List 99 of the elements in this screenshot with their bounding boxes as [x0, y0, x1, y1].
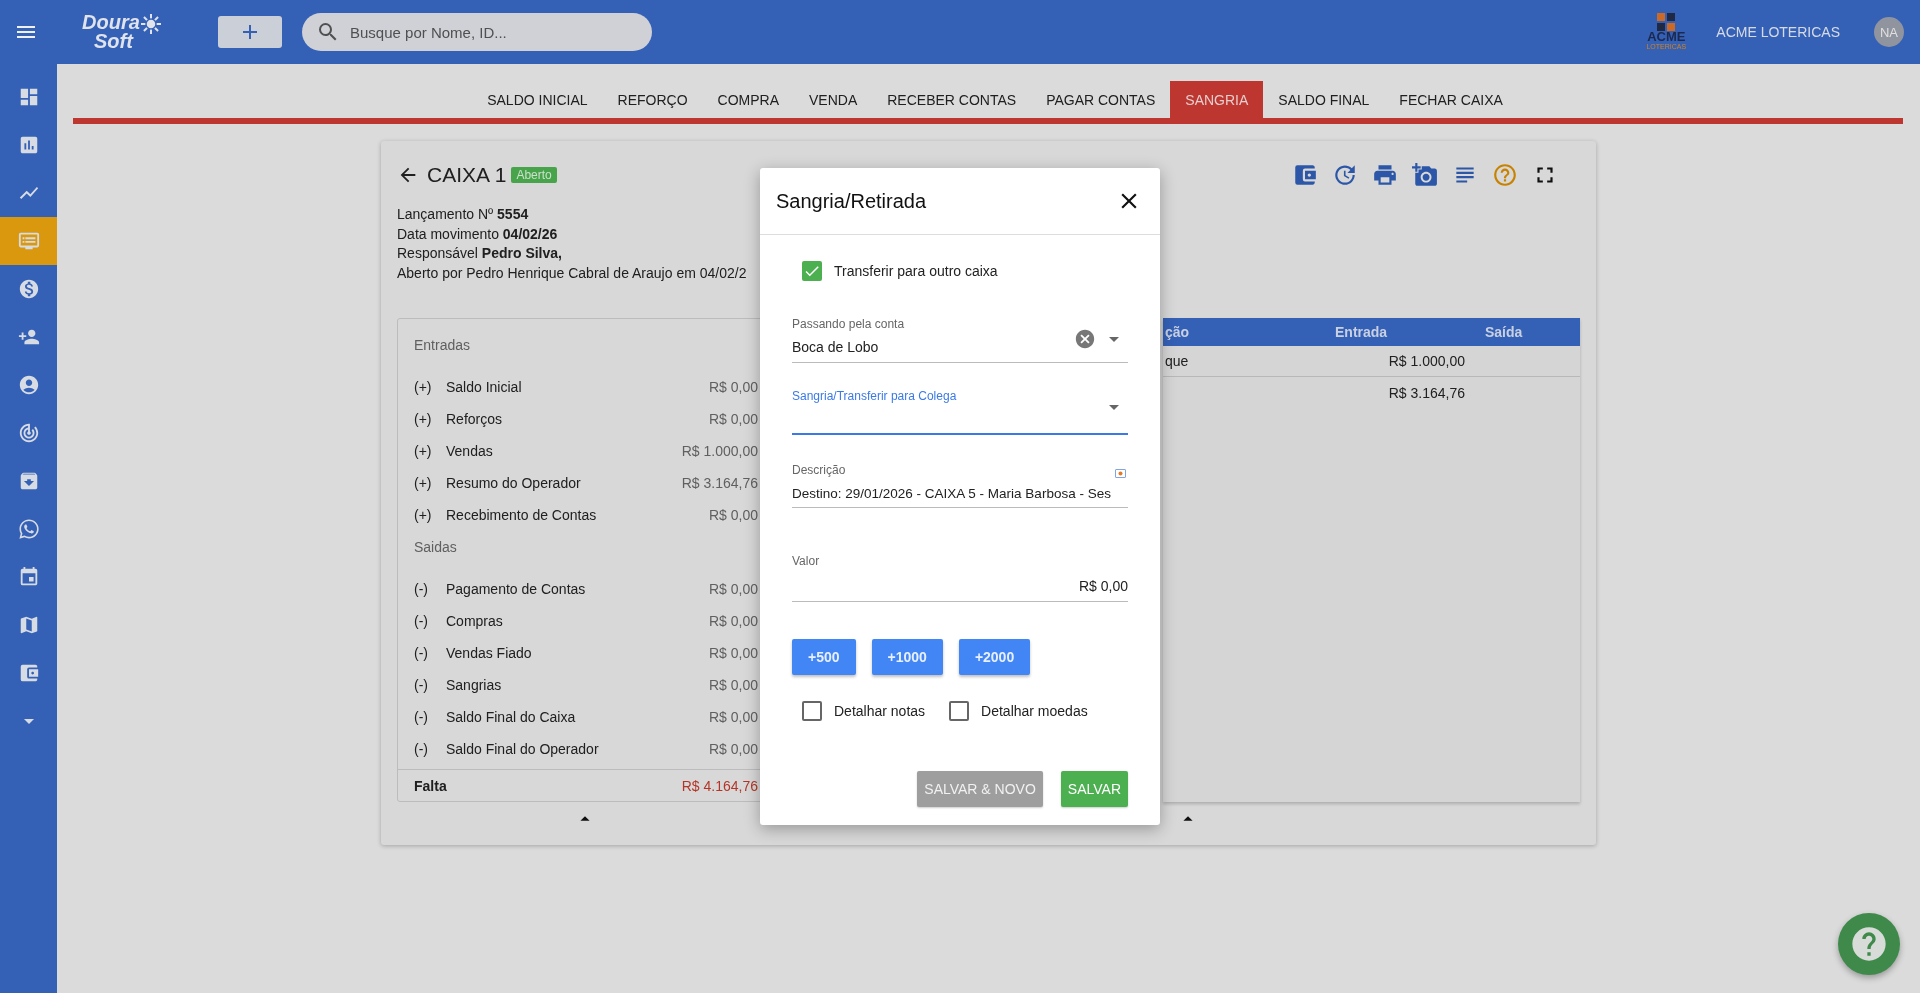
description-field[interactable]: Descrição Destino: 29/01/2026 - CAIXA 5 - Maria Barbosa - Ses: [792, 463, 1128, 508]
summary-value: R$ 3.164,76: [681, 475, 758, 491]
summary-value: R$ 0,00: [708, 645, 758, 661]
summary-label: Saldo Final do Caixa: [446, 709, 577, 725]
status-badge: Aberto: [511, 167, 557, 183]
column-header: Entrada: [1335, 324, 1389, 340]
help-button[interactable]: [1838, 913, 1900, 975]
tab[interactable]: REFORÇO: [602, 81, 703, 118]
sign-label: (+): [414, 475, 433, 491]
company-name: ACME LOTERICAS: [1716, 24, 1840, 40]
logo-text: Doura: [82, 13, 140, 32]
info-line: Responsável Pedro Silva,: [397, 244, 562, 263]
monitor-icon: [17, 230, 40, 252]
dialog-title: Sangria/Retirada: [776, 189, 927, 213]
checkbox-label: Detalhar notas: [834, 703, 926, 719]
sign-label: (-): [414, 581, 429, 597]
sign-label: (-): [414, 613, 429, 629]
total-label: Falta: [414, 777, 447, 794]
sign-label: (+): [414, 411, 433, 427]
logo-text: Soft: [93, 32, 135, 51]
summary-label: Compras: [446, 613, 504, 629]
table-cell-text: R$ 3.164,76: [1387, 384, 1465, 401]
tab[interactable]: SALDO INICIAL: [472, 81, 603, 118]
tab[interactable]: PAGAR CONTAS: [1031, 81, 1171, 118]
section-title: Saidas: [413, 538, 458, 557]
checkbox[interactable]: [949, 701, 970, 721]
info-line: Aberto por Pedro Henrique Cabral de Araujo em 04/02/2: [397, 263, 747, 283]
sign-label: (+): [414, 379, 433, 395]
chat-icon: [17, 518, 40, 540]
sign-label: (-): [414, 645, 429, 661]
summary-value: R$ 0,00: [708, 507, 758, 523]
summary-value: R$ 0,00: [708, 581, 758, 597]
print-icon[interactable]: [1372, 162, 1398, 188]
summary-value: R$ 0,00: [708, 709, 758, 725]
summary-label: Sangrias: [446, 677, 503, 693]
field-label: Passando pela conta: [792, 317, 905, 331]
sign-label: (+): [414, 443, 433, 459]
tab[interactable]: SALDO FINAL: [1263, 81, 1385, 118]
summary-label: Resumo do Operador: [446, 475, 582, 491]
select-field[interactable]: Sangria/Transferir para Colega: [792, 389, 1128, 435]
person-icon: [17, 374, 40, 396]
emoji-icon[interactable]: [1115, 469, 1126, 478]
summary-label: Pagamento de Contas: [446, 581, 587, 597]
summary-label: Saldo Inicial: [446, 379, 523, 395]
checkbox-label: Transferir para outro caixa: [834, 263, 998, 279]
tab[interactable]: COMPRA: [702, 81, 794, 118]
summary-value: R$ 0,00: [708, 741, 758, 757]
add-button[interactable]: [218, 16, 282, 48]
checkbox[interactable]: [802, 701, 822, 721]
summary-value: R$ 0,00: [708, 613, 758, 629]
summary-label: Vendas Fiado: [446, 645, 533, 661]
section-title: Entradas: [413, 336, 472, 355]
summary-value: R$ 0,00: [708, 379, 758, 395]
summary-value: R$ 0,00: [708, 677, 758, 693]
checkbox-label: Detalhar moedas: [981, 703, 1088, 719]
summary-label: Recebimento de Contas: [446, 507, 598, 523]
card-title: CAIXA 1: [427, 163, 507, 187]
column-header: Saída: [1485, 324, 1524, 340]
description-input[interactable]: Destino: 29/01/2026 - CAIXA 5 - Maria Barbosa - Ses: [792, 486, 1128, 501]
sign-label: (+): [414, 507, 433, 523]
help-icon[interactable]: [1492, 162, 1518, 188]
summary-label: Saldo Final do Operador: [446, 741, 600, 757]
clear-icon[interactable]: [1074, 328, 1096, 350]
field-label: Valor: [792, 554, 820, 568]
field-value: R$ 0,00: [1077, 578, 1128, 595]
tab[interactable]: VENDA: [794, 81, 873, 118]
search-field[interactable]: Busque por Nome, ID...: [302, 13, 652, 51]
value-field[interactable]: Valor R$ 0,00: [792, 554, 1128, 602]
caret-down-icon: [23, 718, 34, 724]
sign-label: (-): [414, 677, 429, 693]
wallet-icon[interactable]: [1292, 162, 1318, 188]
tab[interactable]: FECHAR CAIXA: [1384, 81, 1518, 118]
total-value: R$ 4.164,76: [681, 777, 758, 794]
sign-label: (-): [414, 709, 429, 725]
sun-icon: [139, 13, 162, 35]
tab[interactable]: SANGRIA: [1170, 81, 1264, 118]
search-input[interactable]: Busque por Nome, ID...: [348, 22, 638, 42]
summary-label: Vendas: [446, 443, 494, 459]
summary-value: R$ 0,00: [708, 411, 758, 427]
info-line: Data movimento 04/02/26: [397, 224, 558, 244]
table-cell-text: R$ 1.000,00: [1387, 353, 1465, 369]
dollar-icon: [17, 278, 40, 300]
field-value: Boca de Lobo: [792, 339, 880, 356]
target-icon: [17, 422, 40, 444]
select-field[interactable]: Passando pela conta Boca de Lobo: [792, 317, 1128, 363]
checkbox[interactable]: [802, 261, 822, 281]
logo-text: ACME: [1647, 31, 1686, 43]
info-line: Lançamento Nº 5554: [397, 205, 529, 224]
sign-label: (-): [414, 741, 429, 757]
field-label: Sangria/Transferir para Colega: [792, 389, 957, 403]
column-header: ção: [1165, 324, 1191, 340]
help-icon: [1849, 924, 1889, 964]
summary-value: R$ 1.000,00: [681, 443, 758, 459]
logo-icon: [1655, 13, 1678, 31]
field-label: Descrição: [792, 463, 846, 477]
add-camera-icon[interactable]: [1412, 162, 1438, 188]
summary-label: Reforços: [446, 411, 504, 427]
table-cell-text: que: [1165, 353, 1190, 369]
tab[interactable]: RECEBER CONTAS: [872, 81, 1032, 118]
